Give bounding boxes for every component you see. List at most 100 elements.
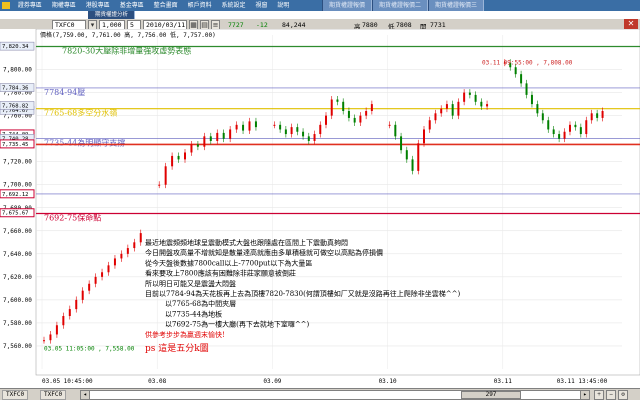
level-label: 7784-94壓 [44, 88, 85, 97]
candle-body [158, 184, 161, 186]
candle-body [279, 124, 282, 130]
menu-bar: 證券專區 期權專區 港股專區 基金專區 整合畫面 帳戶資料 系統設定 視窗 說明 [0, 0, 640, 11]
candle-body [563, 131, 566, 139]
menu-item-futures[interactable]: 期權專區 [48, 0, 80, 11]
level-label: 7820-30大壓除非增量強攻虛勢表態 [62, 46, 191, 56]
candle-body [325, 115, 327, 125]
candle-body [190, 144, 193, 153]
tab-futures-analysis[interactable]: 期貨權證分析 [88, 11, 136, 19]
window-tab-quote-2[interactable]: 期貨權證報價二 [372, 0, 429, 11]
status-symbol-1[interactable]: TXFC0 [2, 390, 29, 400]
price-chart[interactable]: 價格(7,759.00, 7,761.00 高, 7,756.00 低, 7,7… [0, 29, 640, 387]
candle-body [296, 127, 299, 132]
window-tab-quote-1[interactable]: 期貨權證報價 [322, 0, 373, 11]
candle-body [370, 104, 373, 112]
candle-body [229, 129, 232, 139]
candle-body [463, 92, 466, 102]
commentary-line: 最近地震頻頻地球呈震動模式大盤也跟隨處在區間上下震動真夠悶 [145, 238, 348, 247]
menu-item-integrated[interactable]: 整合畫面 [150, 0, 182, 11]
candle-body [547, 120, 550, 130]
chart-settings-icon[interactable]: ⚙ [618, 390, 628, 400]
candle-body [423, 129, 425, 144]
menu-item-stocks[interactable]: 證券專區 [14, 0, 46, 11]
candle-body [81, 290, 84, 300]
zoom-out-icon[interactable]: − [606, 390, 616, 400]
chart-scrollbar[interactable]: ◂ 297 ▸ [80, 390, 590, 400]
candle-body [290, 127, 293, 135]
x-tick-label: 03.11 13:45:00 [557, 378, 608, 385]
candle-body [184, 152, 186, 160]
candle-body [177, 155, 180, 160]
x-tick-label: 03.10 [379, 378, 397, 385]
price-tag-label: 7,735.45 [2, 142, 29, 148]
candle-body [216, 132, 219, 141]
menu-item-settings[interactable]: 系統設定 [218, 0, 250, 11]
y-tick-label: 7,580.00 [3, 320, 32, 327]
candle-body [133, 242, 136, 249]
price-tag-label: 7,675.67 [2, 211, 29, 217]
candle-body [209, 136, 212, 141]
candle-body [113, 258, 116, 266]
zoom-in-icon[interactable]: + [594, 390, 604, 400]
low-value: 7808 [396, 21, 412, 29]
candle-body [307, 136, 310, 141]
candle-body [552, 129, 555, 135]
candle-body [428, 120, 431, 130]
candle-body [94, 276, 97, 284]
commentary-line: 從今天盤後數據7800call以上-7700put以下為大量區 [145, 258, 312, 267]
candle-body [411, 159, 414, 171]
high-point-annotation: 03.11 09:55:00 , 7,808.00 [482, 59, 573, 66]
candle-body [248, 121, 251, 131]
candle-body [235, 124, 238, 130]
candle-body [457, 101, 460, 116]
level-label: 7765-68多空分水嶺 [44, 108, 117, 118]
menu-item-account[interactable]: 帳戶資料 [184, 0, 216, 11]
candle-body [530, 94, 533, 105]
level-label: 7692-75保命點 [44, 213, 101, 223]
scroll-thumb[interactable]: 297 [461, 391, 521, 399]
candle-body [353, 117, 356, 123]
status-symbol-2[interactable]: TXFC0 [40, 390, 67, 400]
x-tick-label: 03.09 [263, 378, 281, 385]
scroll-left-icon[interactable]: ◂ [81, 391, 90, 399]
open-value: 7731 [430, 21, 446, 29]
candle-body [520, 74, 523, 84]
candle-body [254, 121, 257, 128]
candle-body [558, 134, 561, 139]
candle-body [451, 104, 454, 116]
candle-body [164, 166, 167, 185]
candle-body [405, 150, 408, 160]
menu-item-funds[interactable]: 基金專區 [116, 0, 148, 11]
window-tab-quote-3[interactable]: 期貨權證報價三 [428, 0, 485, 11]
scroll-right-icon[interactable]: ▸ [580, 391, 589, 399]
y-tick-label: 7,660.00 [3, 228, 32, 235]
candle-body [107, 265, 110, 273]
candle-body [330, 99, 333, 116]
commentary-line: 以7765-68為中間夾層 [165, 299, 236, 308]
window-tab-strip: 期貨權證報價 期貨權證報價二 期貨權證報價三 [322, 0, 485, 11]
candle-body [417, 143, 420, 171]
menu-item-help[interactable]: 說明 [273, 0, 293, 11]
candle-body [388, 124, 391, 126]
candle-body [525, 83, 528, 95]
close-icon[interactable]: ✕ [624, 19, 638, 29]
menu-item-hk[interactable]: 港股專區 [82, 0, 114, 11]
candle-body [222, 132, 225, 139]
menu-item-window[interactable]: 視窗 [251, 0, 271, 11]
commentary-line: 以7692-75為一樓大廳(再下去就地下室囉^^) [165, 320, 310, 329]
candle-body [319, 124, 322, 135]
candle-body [574, 124, 577, 128]
candle-body [171, 155, 174, 167]
candle-body [541, 113, 544, 121]
app-icon [2, 2, 10, 9]
candle-body [365, 111, 368, 116]
commentary-line: 今日開盤攻高量不增就知是散量達高就應由多單積極就可做空以高點為停損價 [145, 248, 383, 257]
price-tag-label: 7,820.34 [2, 44, 29, 50]
y-tick-label: 7,640.00 [3, 251, 32, 258]
level-label: 7735-44為明顯守支撐 [44, 138, 125, 148]
candle-body [49, 334, 52, 341]
candle-body [62, 316, 65, 326]
candle-body [536, 104, 539, 114]
candle-body [120, 253, 123, 259]
candle-body [302, 131, 305, 137]
